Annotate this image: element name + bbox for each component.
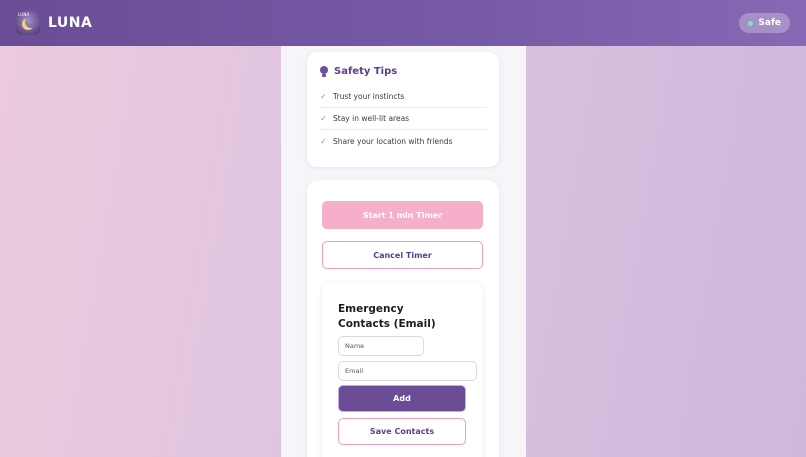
tip-text: Share your location with friends [333, 136, 453, 146]
timer-card: Start 1 min Timer Cancel Timer Emergency… [307, 180, 499, 457]
cancel-timer-button[interactable]: Cancel Timer [322, 241, 483, 269]
list-item: ✓ Trust your instincts [320, 86, 487, 108]
safety-tips-list: ✓ Trust your instincts ✓ Stay in well-li… [320, 86, 487, 152]
moon-icon [25, 16, 37, 28]
contact-name-input[interactable] [338, 336, 424, 356]
check-icon: ✓ [320, 92, 327, 101]
safety-tips-header: Safety Tips [320, 66, 487, 77]
safety-tips-card: Safety Tips ✓ Trust your instincts ✓ Sta… [307, 52, 499, 167]
top-bar: LUNA LUNA Safe [0, 0, 806, 46]
status-badge[interactable]: Safe [739, 13, 790, 33]
luna-logo[interactable]: LUNA [16, 11, 40, 35]
add-contact-button[interactable]: Add [338, 385, 466, 412]
check-icon: ✓ [320, 114, 327, 123]
list-item: ✓ Stay in well-lit areas [320, 108, 487, 130]
contact-email-input[interactable] [338, 361, 477, 381]
status-label: Safe [758, 18, 781, 28]
start-timer-button[interactable]: Start 1 min Timer [322, 201, 483, 229]
safety-tips-title: Safety Tips [334, 66, 398, 77]
save-contacts-button[interactable]: Save Contacts [338, 418, 466, 445]
list-item: ✓ Share your location with friends [320, 130, 487, 152]
tip-text: Trust your instincts [333, 92, 405, 101]
status-dot-icon [748, 20, 754, 26]
main-column: Safety Tips ✓ Trust your instincts ✓ Sta… [281, 46, 526, 457]
tip-text: Stay in well-lit areas [333, 114, 410, 123]
lightbulb-icon [320, 66, 328, 77]
contacts-title: Emergency Contacts (Email) [338, 303, 436, 330]
check-icon: ✓ [320, 136, 327, 146]
app-title: LUNA [48, 15, 93, 31]
